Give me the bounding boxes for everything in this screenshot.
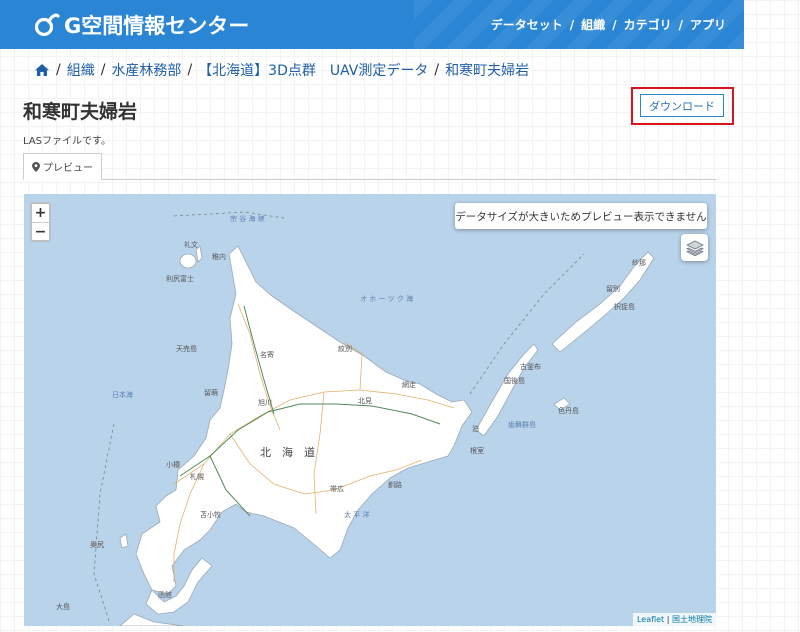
okushiri-island	[119, 533, 129, 549]
map-attribution: Leaflet | 国土地理院	[632, 613, 716, 626]
nav-organizations[interactable]: 組織	[581, 16, 605, 33]
map-label-kushiro: 釧路	[388, 481, 402, 489]
nav-categories[interactable]: カテゴリ	[624, 16, 672, 33]
map-label-monbetsu: 紋別	[338, 345, 352, 353]
map-label-abashiri: 網走	[402, 381, 416, 389]
map-label-nayoro: 名寄	[260, 351, 274, 359]
preview-unavailable-notice: データサイズが大きいためプレビュー表示できません	[455, 203, 707, 229]
main-nav: データセット / 組織 / カテゴリ / アプリ	[491, 16, 726, 33]
map-label-tomakomai: 苫小牧	[200, 511, 221, 519]
map-label-furukamappu: 古釜布	[520, 363, 541, 371]
map-label-rumoi: 留萌	[204, 389, 218, 397]
map-label-wakkanai: 稚内	[212, 253, 226, 261]
breadcrumb: / 組織 / 水産林務部 / 【北海道】3D点群 UAV測定データ / 和寒町夫…	[34, 60, 529, 80]
map-preview[interactable]: 北 海 道 札幌 小樽 旭川 釧路 帯広 苫小牧 函館 網走 北見 紋別 名寄 …	[24, 194, 716, 626]
nav-separator: /	[569, 17, 575, 32]
map-label-soya: 宗 谷 海 峡	[230, 215, 265, 223]
nav-datasets[interactable]: データセット	[491, 16, 563, 33]
gsi-link[interactable]: 国土地理院	[672, 615, 712, 624]
logo-text: G空間情報センター	[64, 13, 250, 38]
download-button[interactable]: ダウンロード	[640, 94, 724, 117]
tab-preview-label: プレビュー	[43, 163, 93, 174]
nav-apps[interactable]: アプリ	[690, 16, 726, 33]
map-label-shana: 紗那	[632, 259, 646, 267]
map-label-kitami: 北見	[358, 397, 372, 405]
map-label-tenbai: 天売島	[176, 345, 197, 353]
breadcrumb-organization[interactable]: 水産林務部	[111, 60, 181, 80]
map-label-rebun: 礼文	[184, 241, 198, 249]
map-label-nemuro: 根室	[470, 447, 484, 455]
map-label-tomari: 泊	[472, 425, 479, 433]
tab-bar: プレビュー	[23, 153, 716, 180]
breadcrumb-separator: /	[56, 62, 61, 78]
site-header: G空間情報センター データセット / 組織 / カテゴリ / アプリ	[0, 0, 744, 49]
map-label-hokkaido: 北 海 道	[260, 446, 315, 459]
map-label-japan-sea: 日本海	[112, 391, 133, 399]
page: G空間情報センター データセット / 組織 / カテゴリ / アプリ / 組織 …	[0, 0, 800, 632]
attribution-divider: |	[666, 615, 670, 624]
map-label-sapporo: 札幌	[190, 473, 204, 481]
breadcrumb-separator: /	[187, 62, 193, 78]
zoom-out-button[interactable]: −	[32, 222, 49, 240]
map-label-kunashiri: 国後島	[504, 377, 525, 385]
resource-description: LASファイルです。	[23, 136, 111, 147]
breadcrumb-resource[interactable]: 和寒町夫婦岩	[445, 60, 529, 80]
honshu-landmass	[119, 613, 185, 626]
map-label-sea-okhotsk: オ ホ ー ツ ク 海	[360, 295, 414, 303]
map-label-hakodate: 函館	[158, 591, 172, 599]
home-icon[interactable]	[34, 63, 50, 77]
tab-preview[interactable]: プレビュー	[23, 153, 102, 180]
layers-button[interactable]	[681, 234, 708, 261]
map-label-okushiri: 奥尻	[90, 541, 104, 549]
map-label-oshima: 大島	[56, 603, 70, 611]
rishiri-island	[179, 253, 197, 269]
map-label-pacific: 太 平 洋	[344, 511, 370, 519]
hokkaido-landmass	[135, 245, 473, 595]
map-marker-icon	[32, 161, 40, 172]
zoom-control: + −	[30, 202, 51, 242]
page-title: 和寒町夫婦岩	[23, 101, 138, 123]
breadcrumb-organizations[interactable]: 組織	[67, 60, 95, 80]
nav-separator: /	[612, 17, 617, 32]
map-label-habomai: 歯舞群島	[508, 421, 536, 429]
map-label-obihiro: 帯広	[330, 485, 344, 493]
map-basemap	[93, 211, 655, 626]
map-label-etorofu: 択捉島	[614, 303, 635, 311]
map-label-asahikawa: 旭川	[258, 399, 272, 407]
map-label-otaru: 小樽	[166, 461, 180, 469]
leaflet-link[interactable]: Leaflet	[637, 615, 664, 624]
nav-separator: /	[678, 17, 683, 32]
breadcrumb-dataset[interactable]: 【北海道】3D点群 UAV測定データ	[198, 60, 428, 80]
map-label-ruyobetsu: 留別	[606, 285, 620, 293]
breadcrumb-separator: /	[434, 62, 440, 78]
layers-icon	[685, 240, 704, 256]
zoom-in-button[interactable]: +	[32, 204, 49, 222]
map-label-rishiri: 利尻富士	[166, 275, 194, 283]
logo-mark-icon	[34, 13, 60, 36]
breadcrumb-separator: /	[100, 62, 106, 78]
map-label-shikotan: 色丹島	[558, 407, 579, 415]
site-logo[interactable]: G空間情報センター	[34, 10, 249, 40]
